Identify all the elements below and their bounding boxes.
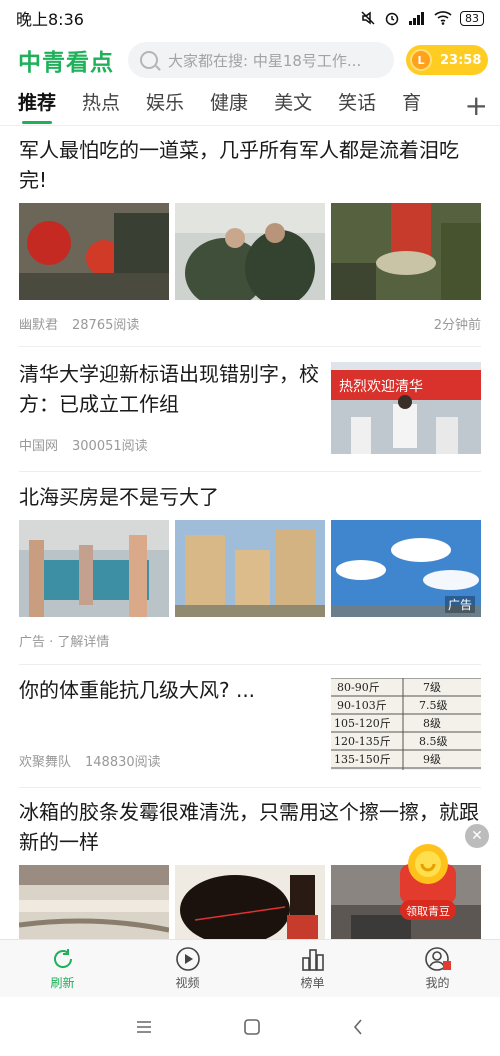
article-card[interactable]: 你的体重能抗几级大风? ... 欢聚舞队 148830阅读 <box>19 675 319 770</box>
status-time: 晚上8:36 <box>16 10 84 29</box>
status-bar: 晚上8:36 83 <box>0 0 500 36</box>
svg-text:7级: 7级 <box>423 681 441 694</box>
nav-refresh[interactable]: 刷新 <box>0 940 125 997</box>
article-thumbnail[interactable] <box>331 203 481 300</box>
ad-thumbnail[interactable]: 广告 <box>331 520 481 617</box>
weight-table-image: 80-90斤 7级 90-103斤 7.5级 105-120斤 8级 120-135斤… <box>331 678 481 770</box>
divider <box>19 664 481 665</box>
close-float-button[interactable]: ✕ <box>465 824 489 848</box>
add-channel-icon[interactable]: + <box>465 92 488 120</box>
search-icon <box>140 51 158 69</box>
tab-essays[interactable]: 美文 <box>274 86 312 125</box>
svg-text:120-135斤: 120-135斤 <box>334 735 391 748</box>
bottom-nav: 刷新 视频 榜单 我的 <box>0 939 500 997</box>
ad-thumbnail[interactable] <box>175 520 325 617</box>
nav-ranking[interactable]: 榜单 <box>250 940 375 997</box>
news-feed[interactable]: 军人最怕吃的一道菜，几乎所有军人都是流着泪吃完! 幽默君 28765阅读 2分钟… <box>0 127 500 939</box>
tab-parenting[interactable]: 育 <box>402 86 421 125</box>
article-thumbnail[interactable] <box>19 203 169 300</box>
svg-text:8级: 8级 <box>423 717 441 730</box>
mute-icon <box>361 11 375 25</box>
search-bar[interactable]: 大家都在搜: 中星18号工作... <box>128 42 394 78</box>
article-thumbnail[interactable] <box>19 865 169 939</box>
article-title[interactable]: 你的体重能抗几级大风? ... <box>19 675 319 705</box>
alarm-icon <box>385 12 399 26</box>
article-thumbnail[interactable]: 80-90斤 7级 90-103斤 7.5级 105-120斤 8级 120-135斤… <box>331 678 481 770</box>
app-logo: 中青看点 <box>18 50 114 76</box>
article-reads: 300051阅读 <box>72 439 148 454</box>
wifi-icon <box>434 11 452 25</box>
ad-badge: 广告 <box>444 596 475 613</box>
refresh-icon <box>53 949 72 968</box>
nav-profile[interactable]: 我的 <box>375 940 500 997</box>
article-source: 幽默君 <box>19 318 59 333</box>
article-source: 欢聚舞队 <box>19 755 72 770</box>
menu-icon[interactable] <box>135 1019 153 1035</box>
tab-jokes[interactable]: 笑话 <box>338 86 376 125</box>
float-label: 领取青豆 <box>406 905 450 918</box>
play-icon <box>175 947 200 971</box>
article-reads: 28765阅读 <box>72 318 140 333</box>
article-reads: 148830阅读 <box>85 755 161 770</box>
reward-timer-button[interactable]: L 23:58 <box>406 45 488 75</box>
back-icon[interactable] <box>351 1018 365 1036</box>
home-icon[interactable] <box>243 1018 261 1036</box>
article-thumbnail[interactable] <box>175 865 325 939</box>
article-time: 2分钟前 <box>433 318 481 333</box>
svg-text:9级: 9级 <box>423 753 441 766</box>
battery-indicator: 83 <box>460 10 484 26</box>
article-card[interactable]: 清华大学迎新标语出现错别字，校方：已成立工作组 中国网 300051阅读 <box>19 359 319 454</box>
profile-icon <box>424 947 451 971</box>
svg-text:80-90斤: 80-90斤 <box>337 681 380 694</box>
system-nav-bar <box>0 997 500 1056</box>
article-title[interactable]: 军人最怕吃的一道菜，几乎所有军人都是流着泪吃完! <box>19 135 481 195</box>
article-title[interactable]: 清华大学迎新标语出现错别字，校方：已成立工作组 <box>19 359 319 419</box>
reward-timer: 23:58 <box>440 52 482 68</box>
svg-text:8.5级: 8.5级 <box>419 735 448 748</box>
article-source: 中国网 <box>19 439 59 454</box>
svg-text:7.5级: 7.5级 <box>419 699 448 712</box>
ad-title[interactable]: 北海买房是不是亏大了 <box>19 482 481 512</box>
banner-text: 热烈欢迎清华 <box>339 379 423 395</box>
nav-label: 榜单 <box>300 976 325 990</box>
divider <box>19 471 481 472</box>
signal-icon <box>409 12 424 25</box>
nav-video[interactable]: 视频 <box>125 940 250 997</box>
ad-thumbnail[interactable] <box>19 520 169 617</box>
tab-recommend[interactable]: 推荐 <box>18 86 56 125</box>
ad-card[interactable]: 北海买房是不是亏大了 广告 广告 · 了解详情 <box>19 482 481 650</box>
tab-entertainment[interactable]: 娱乐 <box>146 86 184 125</box>
reward-float-widget[interactable]: 领取青豆 <box>396 842 460 924</box>
ad-meta[interactable]: 广告 · 了解详情 <box>19 631 109 650</box>
nav-label: 我的 <box>425 976 450 990</box>
article-thumbnail[interactable] <box>175 203 325 300</box>
divider <box>19 787 481 788</box>
tab-hot[interactable]: 热点 <box>82 86 120 125</box>
svg-text:135-150斤: 135-150斤 <box>334 753 391 766</box>
coin-icon: L <box>410 49 432 71</box>
nav-label: 刷新 <box>50 976 75 990</box>
tab-health[interactable]: 健康 <box>210 86 248 125</box>
search-placeholder: 大家都在搜: 中星18号工作... <box>168 51 362 70</box>
article-thumbnail[interactable]: 热烈欢迎清华 <box>331 362 481 454</box>
nav-label: 视频 <box>175 976 200 990</box>
ranking-icon <box>301 949 324 971</box>
divider <box>19 346 481 347</box>
app-header: 中青看点 大家都在搜: 中星18号工作... L 23:58 <box>0 38 500 82</box>
svg-text:90-103斤: 90-103斤 <box>337 699 387 712</box>
svg-text:105-120斤: 105-120斤 <box>334 717 391 730</box>
channel-tabs: 推荐 热点 娱乐 健康 美文 笑话 育 + <box>0 86 500 126</box>
article-card[interactable]: 军人最怕吃的一道菜，几乎所有军人都是流着泪吃完! 幽默君 28765阅读 2分钟… <box>19 135 481 333</box>
